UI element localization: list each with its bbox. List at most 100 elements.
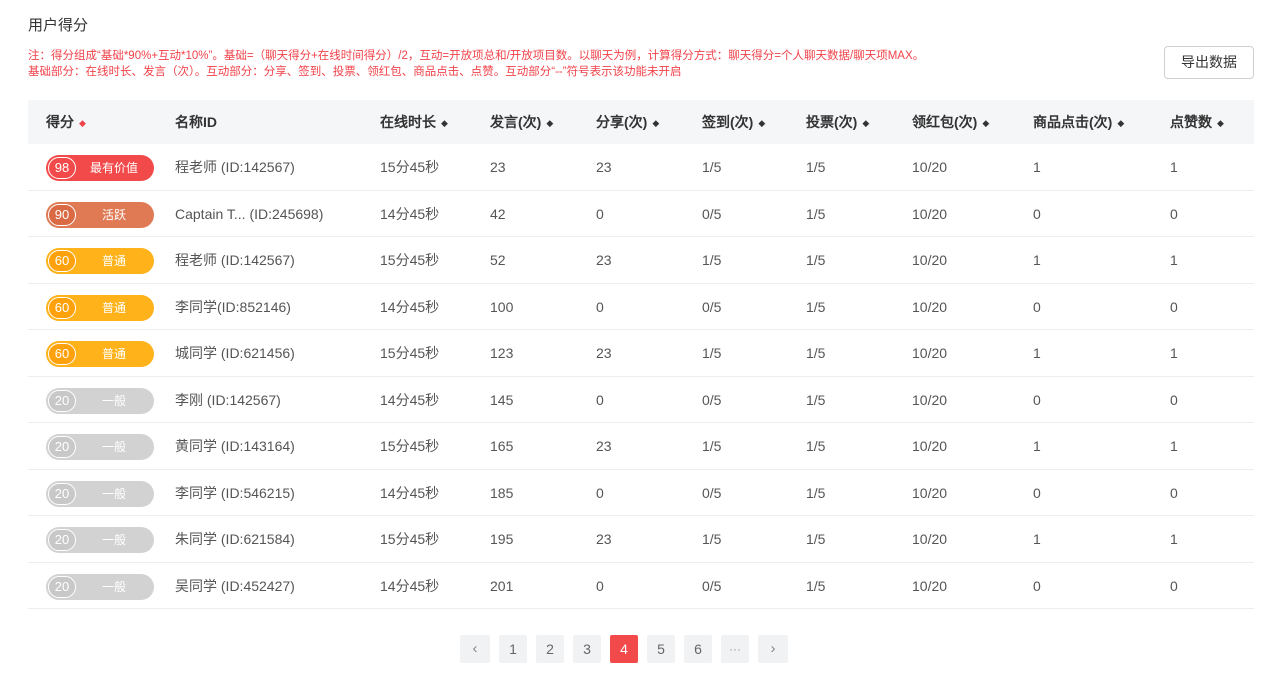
score-level-label: 一般 (101, 579, 126, 594)
cell-like: 1 (1170, 345, 1178, 361)
cell-vote: 1/5 (806, 484, 826, 501)
cell-click: 1 (1033, 531, 1041, 547)
column-label: 领红包(次) (912, 114, 978, 130)
cell-click: 1 (1033, 345, 1041, 361)
score-level-label: 普通 (101, 300, 126, 315)
cell-name: Captain T... (ID:245698) (175, 205, 324, 222)
chevron-right-icon[interactable]: › (758, 635, 788, 663)
table-row: 98 最有价值 程老师 (ID:142567) 15分45秒 23 23 1/5 1/5 10/… (28, 144, 1254, 191)
cell-like: 0 (1170, 577, 1178, 594)
cell-redpack: 10/20 (912, 577, 948, 594)
column-header-like[interactable]: 点赞数 ◆ (1170, 100, 1224, 145)
column-header-speak[interactable]: 发言(次) ◆ (490, 100, 553, 145)
page-button-4[interactable]: 4 (610, 635, 638, 663)
page-ellipsis[interactable]: ··· (721, 635, 749, 663)
cell-click: 0 (1033, 484, 1041, 501)
sort-icon[interactable]: ◆ (1117, 118, 1124, 128)
score-badge: 90 活跃 (46, 201, 154, 228)
page-button-3[interactable]: 3 (573, 635, 601, 663)
sort-icon[interactable]: ◆ (79, 118, 86, 128)
score-badge: 20 一般 (46, 434, 154, 460)
cell-click: 0 (1033, 577, 1041, 594)
cell-name: 李刚 (ID:142567) (175, 391, 281, 408)
column-header-click[interactable]: 商品点击(次) ◆ (1033, 100, 1124, 145)
column-label: 投票(次) (806, 114, 858, 130)
page-button-5[interactable]: 5 (647, 635, 675, 663)
cell-speak: 123 (490, 345, 514, 361)
cell-like: 0 (1170, 205, 1178, 222)
column-header-signin[interactable]: 签到(次) ◆ (702, 100, 765, 145)
cell-speak: 23 (490, 159, 506, 175)
score-table: 得分 ◆ 名称ID 在线时长 ◆ 发言(次) ◆ 分享(次) ◆ 签到(次) ◆ 投票(次) ◆ 领红包(… (28, 100, 1254, 609)
table-row: 20 一般 李同学 (ID:546215) 14分45秒 185 0 0/5 1/5 10/20… (28, 470, 1254, 516)
cell-vote: 1/5 (806, 252, 826, 268)
column-header-score[interactable]: 得分 ◆ (46, 100, 86, 145)
table-row: 20 一般 黄同学 (ID:143164) 15分45秒 165 23 1/5 1/5 10/2… (28, 423, 1254, 470)
sort-icon[interactable]: ◆ (1217, 118, 1224, 128)
column-label: 名称ID (175, 114, 217, 130)
cell-share: 0 (596, 205, 604, 222)
column-label: 签到(次) (702, 114, 754, 130)
cell-speak: 52 (490, 252, 506, 268)
cell-name: 李同学 (ID:546215) (175, 484, 295, 501)
column-header-online[interactable]: 在线时长 ◆ (380, 100, 448, 145)
score-level-label: 活跃 (101, 207, 126, 222)
sort-icon[interactable]: ◆ (862, 118, 869, 128)
page-button-2[interactable]: 2 (536, 635, 564, 663)
cell-signin: 0/5 (702, 484, 722, 501)
score-note: 注：得分组成“基础*90%+互动*10%”。基础=（聊天得分+在线时间得分）/2… (28, 48, 1148, 80)
cell-click: 1 (1033, 159, 1041, 175)
export-data-button[interactable]: 导出数据 (1164, 46, 1254, 79)
cell-redpack: 10/20 (912, 484, 948, 501)
table-row: 60 普通 城同学 (ID:621456) 15分45秒 123 23 1/5 1/5 10/2… (28, 330, 1254, 377)
sort-icon[interactable]: ◆ (982, 118, 989, 128)
cell-vote: 1/5 (806, 205, 826, 222)
cell-online: 15分45秒 (380, 345, 440, 361)
cell-signin: 1/5 (702, 531, 722, 547)
score-value: 60 (48, 250, 76, 272)
cell-name: 程老师 (ID:142567) (175, 252, 295, 268)
cell-share: 0 (596, 577, 604, 594)
column-header-name: 名称ID (175, 100, 217, 144)
cell-online: 14分45秒 (380, 484, 440, 501)
score-level-label: 一般 (101, 393, 126, 408)
score-badge: 60 普通 (46, 341, 154, 367)
cell-like: 0 (1170, 484, 1178, 501)
cell-online: 15分45秒 (380, 159, 440, 175)
page-button-1[interactable]: 1 (499, 635, 527, 663)
cell-vote: 1/5 (806, 159, 826, 175)
pagination: ‹ 1 2 3 4 5 6 ··· › (460, 635, 788, 663)
sort-icon[interactable]: ◆ (546, 118, 553, 128)
table-row: 60 普通 李同学(ID:852146) 14分45秒 100 0 0/5 1/5 10/20 0… (28, 284, 1254, 330)
cell-redpack: 10/20 (912, 205, 948, 222)
column-header-share[interactable]: 分享(次) ◆ (596, 100, 659, 145)
cell-name: 程老师 (ID:142567) (175, 159, 295, 175)
column-label: 得分 (46, 114, 74, 130)
column-header-vote[interactable]: 投票(次) ◆ (806, 100, 869, 145)
score-level-label: 一般 (101, 533, 126, 547)
score-level-label: 最有价值 (89, 161, 138, 175)
sort-icon[interactable]: ◆ (441, 118, 448, 128)
sort-icon[interactable]: ◆ (758, 118, 765, 128)
cell-redpack: 10/20 (912, 531, 948, 547)
cell-online: 15分45秒 (380, 531, 440, 547)
column-label: 发言(次) (490, 114, 542, 130)
cell-redpack: 10/20 (912, 298, 948, 315)
score-badge: 20 一般 (46, 480, 154, 507)
cell-online: 15分45秒 (380, 252, 440, 268)
cell-vote: 1/5 (806, 391, 826, 408)
chevron-left-icon[interactable]: ‹ (460, 635, 490, 663)
column-header-redpack[interactable]: 领红包(次) ◆ (912, 100, 989, 145)
column-label: 在线时长 (380, 114, 436, 130)
cell-share: 23 (596, 159, 612, 175)
sort-icon[interactable]: ◆ (652, 118, 659, 128)
cell-vote: 1/5 (806, 577, 826, 594)
cell-share: 23 (596, 345, 612, 361)
score-badge: 20 一般 (46, 527, 154, 553)
cell-click: 1 (1033, 252, 1041, 268)
cell-share: 0 (596, 298, 604, 315)
page-button-6[interactable]: 6 (684, 635, 712, 663)
table-row: 60 普通 程老师 (ID:142567) 15分45秒 52 23 1/5 1/5 10/20… (28, 237, 1254, 284)
cell-share: 0 (596, 484, 604, 501)
cell-online: 14分45秒 (380, 577, 440, 594)
